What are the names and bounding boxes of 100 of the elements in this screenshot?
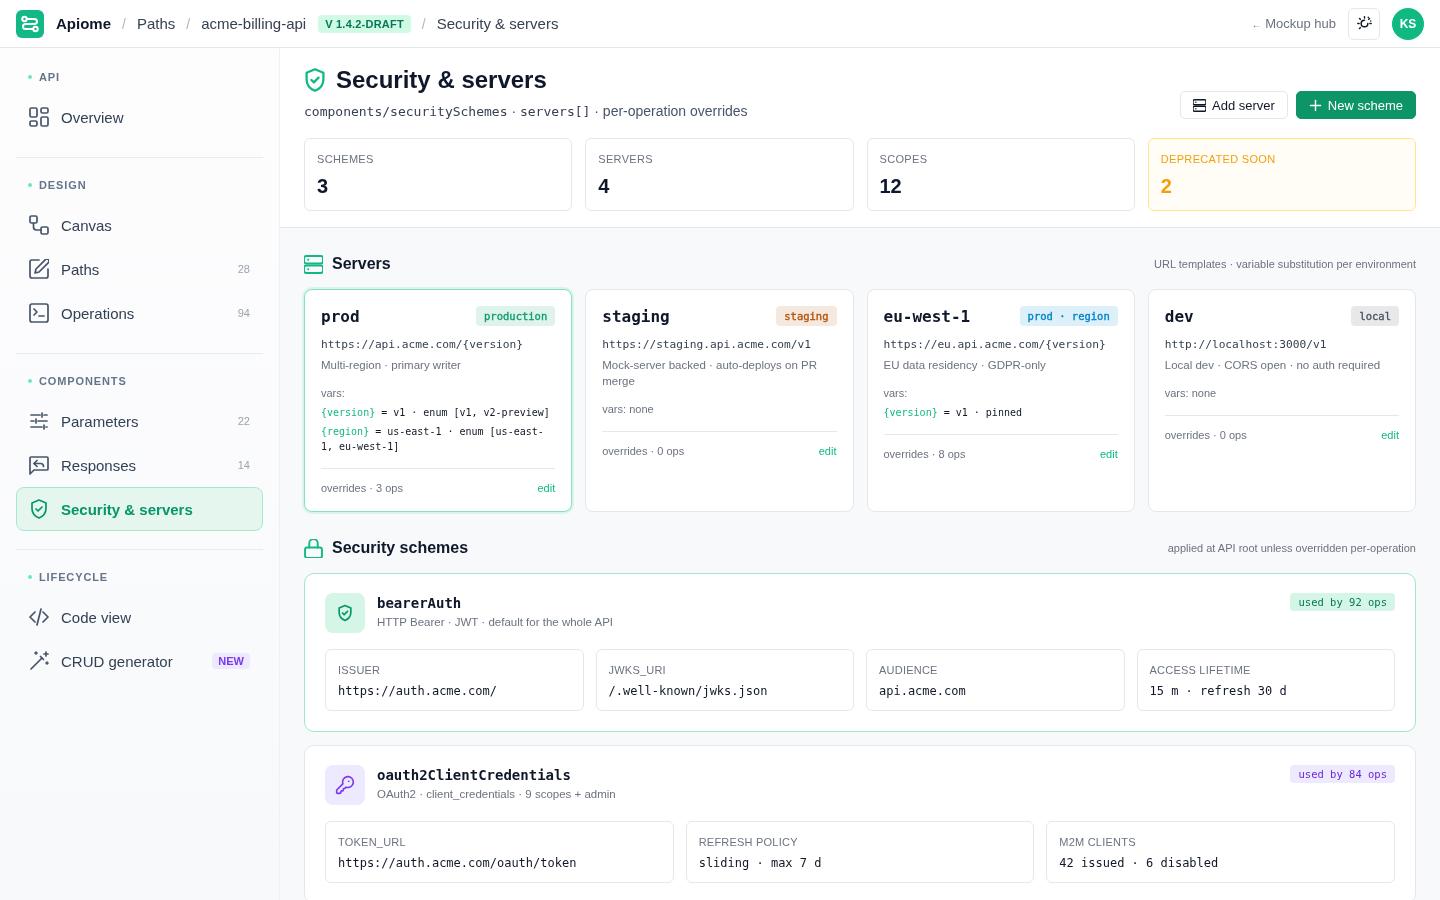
- field-value: https://auth.acme.com/: [338, 683, 498, 699]
- section-note: URL templates · variable substitution per environment: [1154, 258, 1416, 270]
- breadcrumb-separator: /: [421, 15, 426, 32]
- nav-item[interactable]: Canvas: [16, 203, 263, 247]
- page-subtitle: components/securitySchemes · servers[] · per-operation overrides: [304, 102, 748, 121]
- vars-label: vars: none: [602, 402, 655, 417]
- vars-label: vars:: [321, 386, 346, 401]
- field-value: /.well-known/jwks.json: [608, 683, 769, 699]
- item-count: 14: [237, 459, 250, 471]
- vars-label: vars: none: [1164, 386, 1218, 401]
- breadcrumb-link[interactable]: Paths: [136, 15, 176, 32]
- variable-line: {region} = us-east-1 · enum [us-east-1, eu-west-1]: [321, 425, 545, 454]
- vars-label: vars:: [883, 386, 909, 401]
- nav-item[interactable]: Operations 94: [16, 291, 263, 335]
- theme-toggle-button[interactable]: [1348, 7, 1380, 40]
- nav-item[interactable]: Parameters 22: [16, 399, 263, 443]
- stat-value: 3: [317, 174, 330, 198]
- server-url: http://localhost:3000/v1: [1164, 337, 1328, 353]
- field-value: 42 issued · 6 disabled: [1059, 855, 1220, 871]
- server-url: https://eu.api.acme.com/{version}: [883, 337, 1107, 353]
- server-card[interactable]: staging staging https://staging.api.acme.com/v1 Mock-server backed · auto-deploys on PR merge vars: none overrides · 0 ops edit: [585, 289, 854, 512]
- field-label: JWKS_URI: [608, 663, 667, 677]
- server-name: prod: [321, 306, 360, 326]
- breadcrumb-separator: /: [122, 15, 126, 32]
- server-name: staging: [602, 306, 670, 326]
- overrides-count: overrides · 0 ops: [602, 444, 685, 458]
- server-card[interactable]: dev local http://localhost:3000/v1 Local dev · CORS open · no auth required vars: none overrides · 0 ops edit: [1147, 289, 1416, 512]
- field-value: https://auth.acme.com/oauth/token: [338, 855, 578, 871]
- connected-squares-icon: [29, 215, 49, 235]
- new-badge: NEW: [212, 653, 250, 669]
- section-label: COMPONENTS: [39, 375, 127, 387]
- field-value: sliding · max 7 d: [698, 855, 823, 871]
- field-label: AUDIENCE: [879, 663, 939, 677]
- sun-icon: [1356, 16, 1372, 31]
- key-icon: [325, 765, 365, 805]
- scheme-card[interactable]: oauth2ClientCredentials OAuth2 · client_credentials · 9 scopes + admin used by 84 ops TOKEN_URL https://auth.acme.com/oauth/token REFRESH POLICY sliding · max 7 d M2M CLIENTS 42 issued · 6 disabled: [304, 745, 1416, 900]
- stat-value: 12: [879, 174, 903, 198]
- shield-check-icon: [29, 499, 49, 519]
- scheme-name: oauth2ClientCredentials: [377, 766, 572, 784]
- version-badge: V 1.4.2-DRAFT: [318, 14, 411, 33]
- add-server-button[interactable]: Add server: [1180, 91, 1288, 119]
- edit-icon: [29, 259, 49, 279]
- environment-tag: local: [1351, 306, 1399, 326]
- stat-value: 4: [598, 174, 611, 198]
- stat-value: 2: [1160, 174, 1173, 198]
- nav-item[interactable]: Code view: [16, 595, 263, 639]
- overrides-count: overrides · 0 ops: [1164, 428, 1247, 442]
- field-label: TOKEN_URL: [338, 835, 407, 849]
- server-description: Multi-region · primary writer: [321, 358, 462, 373]
- stat-label: DEPRECATED SOON: [1160, 152, 1277, 166]
- environment-tag: prod · region: [1019, 306, 1118, 326]
- nav-item[interactable]: Paths 28: [16, 247, 263, 291]
- field-value: 15 m · refresh 30 d: [1149, 683, 1288, 699]
- sliders-icon: [29, 411, 49, 431]
- server-name: eu-west-1: [883, 306, 971, 326]
- server-url: https://api.acme.com/{version}: [321, 337, 525, 353]
- variable-line: {version} = v1 · enum [v1, v2-preview]: [321, 406, 551, 420]
- plus-icon: [1308, 98, 1322, 112]
- breadcrumb-current: Security & servers: [436, 15, 559, 32]
- field-label: ISSUER: [338, 663, 382, 677]
- field-label: M2M CLIENTS: [1059, 835, 1137, 849]
- scheme-description: HTTP Bearer · JWT · default for the whole API: [377, 615, 615, 630]
- variable-line: {version} = v1 · pinned: [883, 406, 1023, 420]
- section-note: applied at API root unless overridden per-operation: [1167, 542, 1416, 554]
- section-label: DESIGN: [39, 179, 87, 191]
- section-label: LIFECYCLE: [39, 571, 109, 583]
- field-label: REFRESH POLICY: [698, 835, 799, 849]
- dashboard-icon: [29, 107, 49, 127]
- server-icon: [1193, 98, 1206, 112]
- server-description: Local dev · CORS open · no auth required: [1164, 358, 1382, 373]
- nav-item[interactable]: CRUD generator NEW: [16, 639, 263, 683]
- item-count: 28: [237, 263, 250, 275]
- bullet-icon: [28, 183, 32, 187]
- server-description: Mock-server backed · auto-deploys on PR merge: [602, 358, 818, 389]
- bullet-icon: [28, 575, 32, 579]
- shield-check-icon: [304, 68, 326, 92]
- field-value: api.acme.com: [879, 683, 967, 699]
- code-icon: [29, 607, 49, 627]
- field-label: ACCESS LIFETIME: [1149, 663, 1252, 677]
- breadcrumb-link[interactable]: acme-billing-api: [201, 15, 307, 32]
- bullet-icon: [28, 75, 32, 79]
- stat-label: SCHEMES: [317, 152, 375, 166]
- bullet-icon: [28, 379, 32, 383]
- server-card[interactable]: prod production https://api.acme.com/{version} Multi-region · primary writer vars: {version} = v1 · enum [v1, v2-preview] {region} = us-east-1 · enum [us-east-1, eu-west-1] overrides · 3 ops edit: [304, 289, 573, 512]
- new-scheme-button[interactable]: New scheme: [1295, 91, 1416, 119]
- nav-item[interactable]: Overview: [16, 95, 263, 139]
- logo-icon[interactable]: [16, 9, 44, 38]
- page-title: Security & servers: [336, 66, 547, 94]
- scheme-card[interactable]: bearerAuth HTTP Bearer · JWT · default for the whole API used by 92 ops ISSUER https://auth.acme.com/ JWKS_URI /.well-known/jwks.json AUDIENCE api.acme.com ACCESS LIFETIME 15 m · refresh 30 d: [304, 573, 1416, 732]
- shield-check-icon: [325, 593, 365, 633]
- back-link[interactable]: ← Mockup hub: [1251, 16, 1336, 31]
- server-card[interactable]: eu-west-1 prod · region https://eu.api.acme.com/{version} EU data residency · GDPR-only vars: {version} = v1 · pinned overrides · 8 ops edit: [866, 289, 1135, 512]
- item-count: 94: [237, 307, 250, 319]
- stat-label: SERVERS: [598, 152, 654, 166]
- environment-tag: staging: [776, 306, 837, 326]
- server-name: dev: [1164, 306, 1194, 326]
- breadcrumb-separator: /: [186, 15, 191, 32]
- brand-name[interactable]: Apiome: [56, 15, 111, 32]
- scheme-name: bearerAuth: [377, 594, 463, 612]
- nav-item[interactable]: Responses 14: [16, 443, 263, 487]
